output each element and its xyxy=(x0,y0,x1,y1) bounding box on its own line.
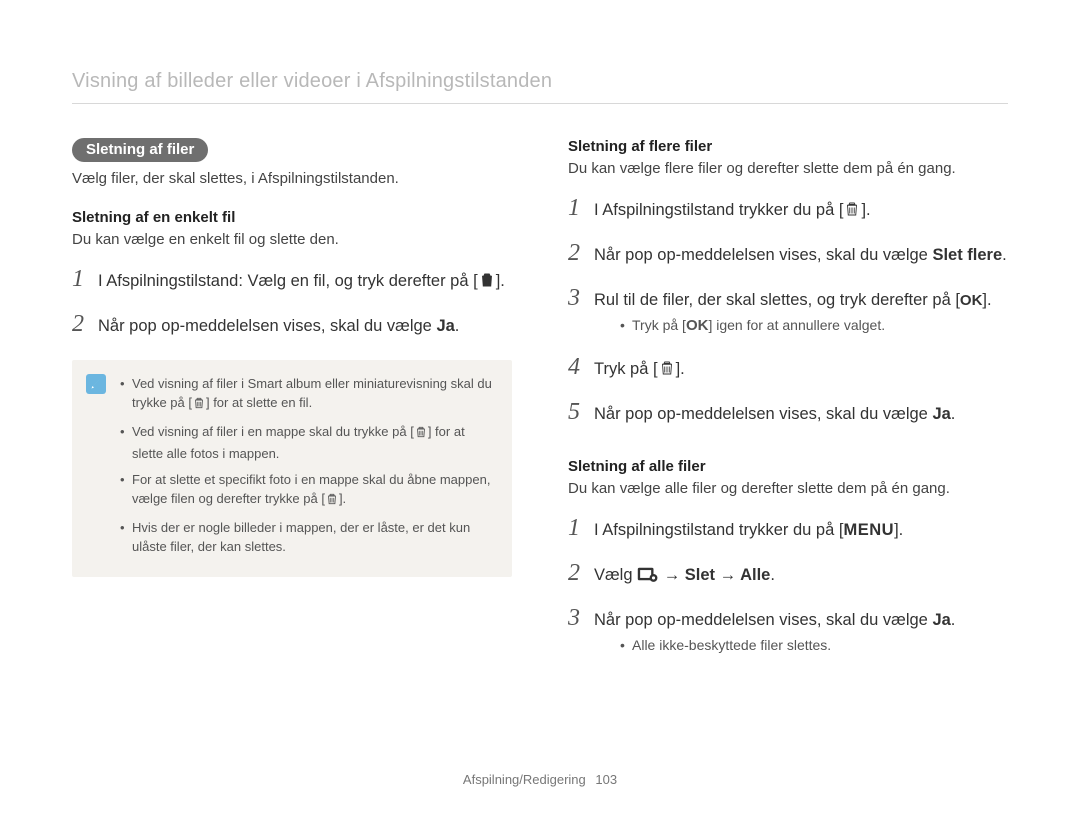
step-text: Når pop op-meddelelsen vises, skal du væ… xyxy=(98,315,512,339)
footer-section: Afspilning/Redigering xyxy=(463,772,586,787)
steps-all: 1 I Afspilningstilstand trykker du på [M… xyxy=(568,511,1008,659)
step-3: 3 Når pop op-meddelelsen vises, skal du … xyxy=(568,601,1008,659)
section-pill: Sletning af filer xyxy=(72,138,208,162)
ok-label: OK xyxy=(686,317,709,334)
step-1: 1 I Afspilningstilstand trykker du på [M… xyxy=(568,511,1008,546)
step-number: 4 xyxy=(568,350,594,385)
step-4: 4 Tryk på []. xyxy=(568,350,1008,385)
subdesc-single: Du kan vælge en enkelt fil og slette den… xyxy=(72,231,512,248)
page-footer: Afspilning/Redigering 103 xyxy=(0,772,1080,787)
step-text: I Afspilningstilstand trykker du på []. xyxy=(594,199,1008,226)
sub-bullet: Alle ikke-beskyttede filer slettes. xyxy=(620,635,1008,655)
subdesc-all: Du kan vælge alle filer og derefter slet… xyxy=(568,480,1008,497)
step-1: 1 I Afspilningstilstand: Vælg en fil, og… xyxy=(72,262,512,297)
step-2: 2 Når pop op-meddelelsen vises, skal du … xyxy=(568,236,1008,271)
sub-bullet: Tryk på [OK] igen for at annullere valge… xyxy=(620,315,1008,337)
subdesc-multiple: Du kan vælge flere filer og derefter sle… xyxy=(568,160,1008,177)
trash-icon xyxy=(478,271,496,297)
step-number: 2 xyxy=(72,307,98,342)
step-text: Tryk på []. xyxy=(594,358,1008,385)
subheading-single: Sletning af en enkelt fil xyxy=(72,209,512,226)
trash-icon xyxy=(843,200,861,226)
step-3: 3 Rul til de filer, der skal slettes, og… xyxy=(568,281,1008,341)
trash-icon xyxy=(192,396,206,416)
note-item: Hvis der er nogle billeder i mappen, der… xyxy=(120,518,494,557)
trash-icon xyxy=(414,425,428,445)
footer-page-number: 103 xyxy=(595,772,617,787)
step-2: 2 Når pop op-meddelelsen vises, skal du … xyxy=(72,307,512,342)
file-settings-icon xyxy=(637,565,659,591)
step-2: 2 Vælg → Slet → Alle. xyxy=(568,556,1008,591)
step-text: Rul til de filer, der skal slettes, og t… xyxy=(594,289,1008,341)
step-number: 2 xyxy=(568,556,594,591)
step-text: Vælg → Slet → Alle. xyxy=(594,564,1008,591)
step-text: Når pop op-meddelelsen vises, skal du væ… xyxy=(594,244,1008,268)
subheading-multiple: Sletning af flere filer xyxy=(568,138,1008,155)
note-box: Ved visning af filer i Smart album eller… xyxy=(72,360,512,577)
note-item: Ved visning af filer i Smart album eller… xyxy=(120,374,494,416)
step-number: 5 xyxy=(568,395,594,430)
step-text: Når pop op-meddelelsen vises, skal du væ… xyxy=(594,609,1008,659)
section-intro: Vælg filer, der skal slettes, i Afspilni… xyxy=(72,170,512,187)
steps-multiple: 1 I Afspilningstilstand trykker du på []… xyxy=(568,191,1008,430)
step-text: Når pop op-meddelelsen vises, skal du væ… xyxy=(594,403,1008,427)
step-text: I Afspilningstilstand trykker du på [MEN… xyxy=(594,519,1008,543)
step-number: 1 xyxy=(72,262,98,297)
content-columns: Sletning af filer Vælg filer, der skal s… xyxy=(72,138,1008,677)
note-icon xyxy=(86,374,106,394)
left-column: Sletning af filer Vælg filer, der skal s… xyxy=(72,138,512,677)
note-item: For at slette et specifikt foto i en map… xyxy=(120,470,494,512)
ok-label: OK xyxy=(960,292,983,309)
page-title: Visning af billeder eller videoer i Afsp… xyxy=(72,70,1008,104)
right-column: Sletning af flere filer Du kan vælge fle… xyxy=(568,138,1008,677)
trash-icon xyxy=(325,492,339,512)
step-number: 2 xyxy=(568,236,594,271)
trash-icon xyxy=(658,359,676,385)
step-number: 3 xyxy=(568,281,594,316)
step-text: I Afspilningstilstand: Vælg en fil, og t… xyxy=(98,270,512,297)
note-item: Ved visning af filer i en mappe skal du … xyxy=(120,422,494,464)
step-1: 1 I Afspilningstilstand trykker du på []… xyxy=(568,191,1008,226)
step-number: 3 xyxy=(568,601,594,636)
step-number: 1 xyxy=(568,511,594,546)
step-5: 5 Når pop op-meddelelsen vises, skal du … xyxy=(568,395,1008,430)
menu-label: MENU xyxy=(843,521,894,539)
steps-single: 1 I Afspilningstilstand: Vælg en fil, og… xyxy=(72,262,512,342)
subheading-all: Sletning af alle filer xyxy=(568,458,1008,475)
step-number: 1 xyxy=(568,191,594,226)
